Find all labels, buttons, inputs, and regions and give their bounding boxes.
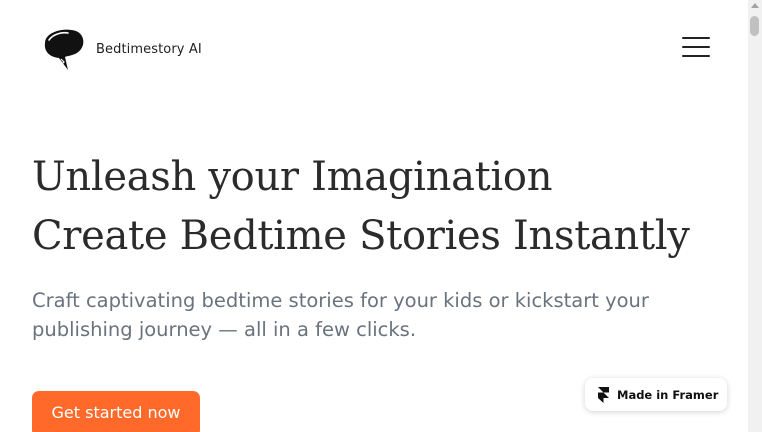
hero-title: Unleash your Imagination Create Bedtime … <box>32 148 732 266</box>
get-started-button[interactable]: Get started now <box>32 391 200 432</box>
speech-bubble-lightning-icon <box>44 29 84 70</box>
hero-title-line-2: Create Bedtime Stories Instantly <box>32 213 690 259</box>
framer-logo-icon <box>598 386 609 403</box>
hero-title-line-1: Unleash your Imagination <box>32 154 553 200</box>
page-scrollbar[interactable] <box>748 0 762 432</box>
brand-logo-link[interactable]: Bedtimestory AI <box>40 26 202 72</box>
scroll-up-arrow-icon[interactable] <box>751 3 759 8</box>
brand-name: Bedtimestory AI <box>96 41 202 57</box>
hamburger-menu-icon <box>682 37 710 39</box>
hamburger-menu-button[interactable] <box>682 36 712 60</box>
scrollbar-thumb[interactable] <box>750 16 759 36</box>
site-header: Bedtimestory AI <box>0 0 748 96</box>
made-in-framer-badge[interactable]: Made in Framer <box>585 378 727 411</box>
hero-subtitle: Craft captivating bedtime stories for yo… <box>32 289 649 341</box>
landing-page: Bedtimestory AI Unleash your Imagination… <box>0 0 748 432</box>
framer-badge-label: Made in Framer <box>617 387 719 402</box>
